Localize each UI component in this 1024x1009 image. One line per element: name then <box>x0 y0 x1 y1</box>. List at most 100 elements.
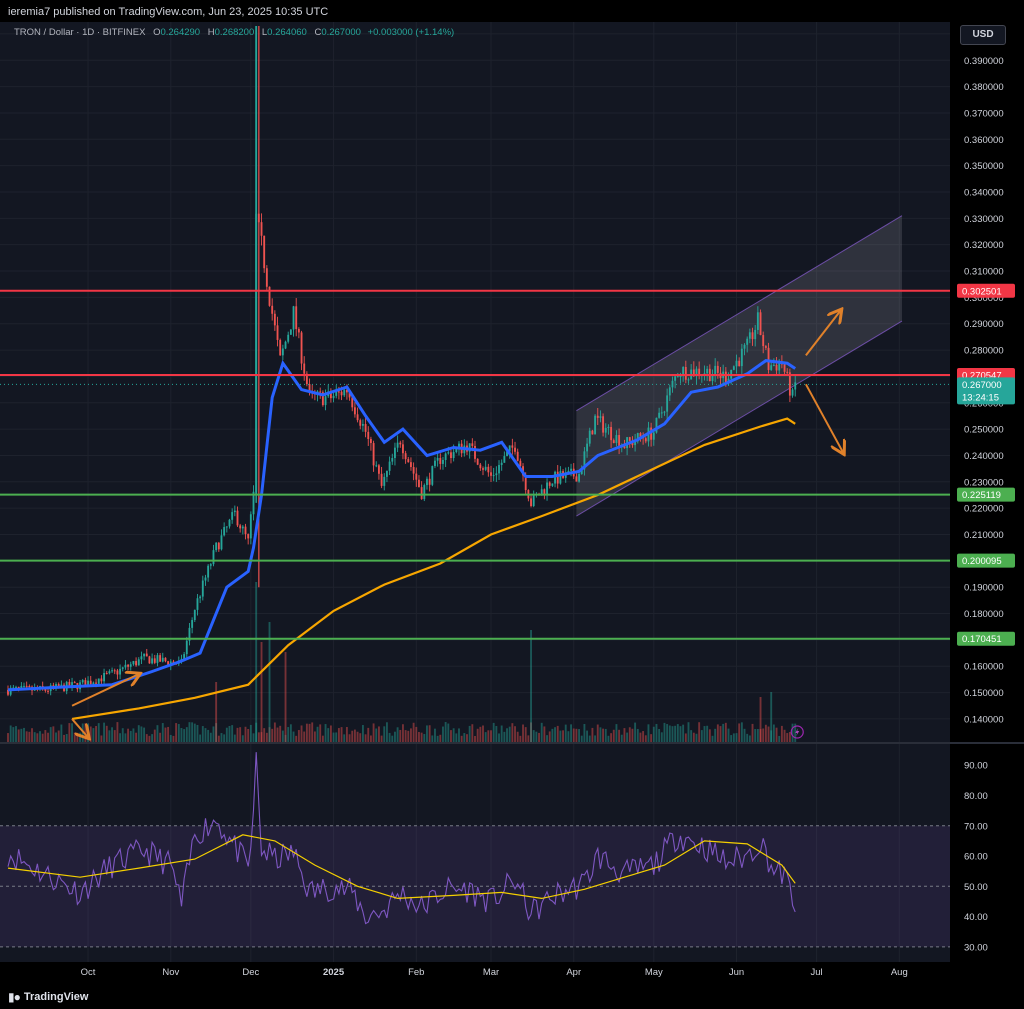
price-axis-tick-1: 0.150000 <box>964 688 1004 699</box>
candle <box>706 368 709 374</box>
volume-bar <box>308 723 311 742</box>
volume-bar <box>695 733 698 742</box>
candle <box>586 443 589 452</box>
volume-bar <box>79 732 81 742</box>
volume-bar <box>564 724 567 742</box>
volume-bar <box>100 735 103 742</box>
candle <box>599 416 602 418</box>
volume-bar <box>207 729 210 742</box>
candle <box>404 453 407 460</box>
price-axis-tick-25: 0.390000 <box>964 56 1004 67</box>
candle <box>289 329 292 335</box>
volume-bar <box>364 734 367 742</box>
candle <box>273 313 276 326</box>
volume-bar <box>623 728 626 742</box>
candle <box>28 686 31 688</box>
volume-bar <box>516 731 519 742</box>
volume-bar <box>756 729 759 742</box>
candle <box>113 670 116 672</box>
candle <box>516 451 519 461</box>
candle <box>121 667 124 669</box>
volume-bar <box>135 732 138 742</box>
candle <box>711 375 714 382</box>
candle <box>607 426 610 428</box>
volume-bar <box>236 727 239 742</box>
volume-bar <box>428 725 431 742</box>
volume-bar <box>519 735 522 742</box>
volume-bar <box>372 723 375 742</box>
candle <box>514 447 516 452</box>
volume-bar <box>292 731 295 742</box>
volume-bar <box>204 728 207 742</box>
volume-bar <box>687 722 690 742</box>
volume-bar <box>642 731 645 742</box>
volume-bar <box>231 725 234 742</box>
volume-bar <box>263 728 266 742</box>
volume-bar <box>666 724 669 742</box>
candle <box>303 363 306 374</box>
volume-bar <box>49 727 52 742</box>
candle <box>196 598 199 610</box>
candle <box>340 391 343 396</box>
candle <box>233 510 236 513</box>
volume-bar <box>273 722 276 742</box>
volume-bar <box>65 733 68 742</box>
volume-bar <box>746 733 749 742</box>
volume-bar <box>650 734 653 742</box>
candle <box>602 416 605 433</box>
candle <box>543 489 546 495</box>
volume-bar <box>434 728 436 742</box>
candle <box>551 483 554 486</box>
candle <box>498 464 500 474</box>
candle <box>732 366 735 370</box>
volume-bar <box>538 732 540 742</box>
volume-bar <box>36 733 39 742</box>
volume-bar <box>788 732 791 742</box>
candle <box>612 440 615 444</box>
volume-bar <box>97 723 100 742</box>
volume-bar <box>418 731 420 742</box>
volume-bar <box>775 727 778 742</box>
volume-bar <box>770 692 773 742</box>
candle <box>783 364 786 372</box>
candle <box>546 482 548 495</box>
volume-bar <box>268 622 271 742</box>
time-axis-tick-9: Jul <box>810 967 822 978</box>
volume-bar <box>463 733 466 742</box>
volume-bar <box>556 725 559 742</box>
volume-bar <box>279 725 282 742</box>
volume-bar <box>220 733 223 742</box>
candle <box>159 655 162 662</box>
currency-button[interactable]: USD <box>960 25 1006 45</box>
volume-bar <box>151 734 154 742</box>
price-axis-tick-17: 0.310000 <box>964 267 1004 278</box>
volume-bar <box>684 733 687 742</box>
candle <box>570 468 572 471</box>
time-axis-tick-6: Apr <box>566 967 581 978</box>
volume-bar <box>271 728 274 742</box>
volume-bar <box>572 728 575 742</box>
volume-bar <box>567 731 570 742</box>
volume-bar <box>17 729 20 742</box>
candle <box>356 414 359 421</box>
volume-bar <box>129 730 132 742</box>
candle <box>716 365 719 373</box>
volume-bar <box>215 682 218 742</box>
candle <box>751 332 754 340</box>
volume-bar <box>604 728 607 742</box>
candle <box>666 395 669 412</box>
price-axis-tick-9: 0.230000 <box>964 477 1004 488</box>
brand[interactable]: ▮● TradingView <box>8 990 88 1004</box>
volume-bar <box>607 735 610 742</box>
volume-bar <box>778 735 781 742</box>
candle <box>628 437 631 441</box>
volume-bar <box>540 722 543 742</box>
price-axis-tick-8: 0.220000 <box>964 504 1004 515</box>
candle <box>674 376 677 381</box>
close-value: 0.267000 <box>321 27 361 38</box>
volume-bar <box>276 727 279 742</box>
chart-canvas[interactable]: 0.1400000.1500000.1600000.1700000.180000… <box>0 22 1024 985</box>
volume-bar <box>772 724 775 742</box>
chart-area[interactable]: 0.1400000.1500000.1600000.1700000.180000… <box>0 22 1024 985</box>
candle <box>442 459 444 464</box>
